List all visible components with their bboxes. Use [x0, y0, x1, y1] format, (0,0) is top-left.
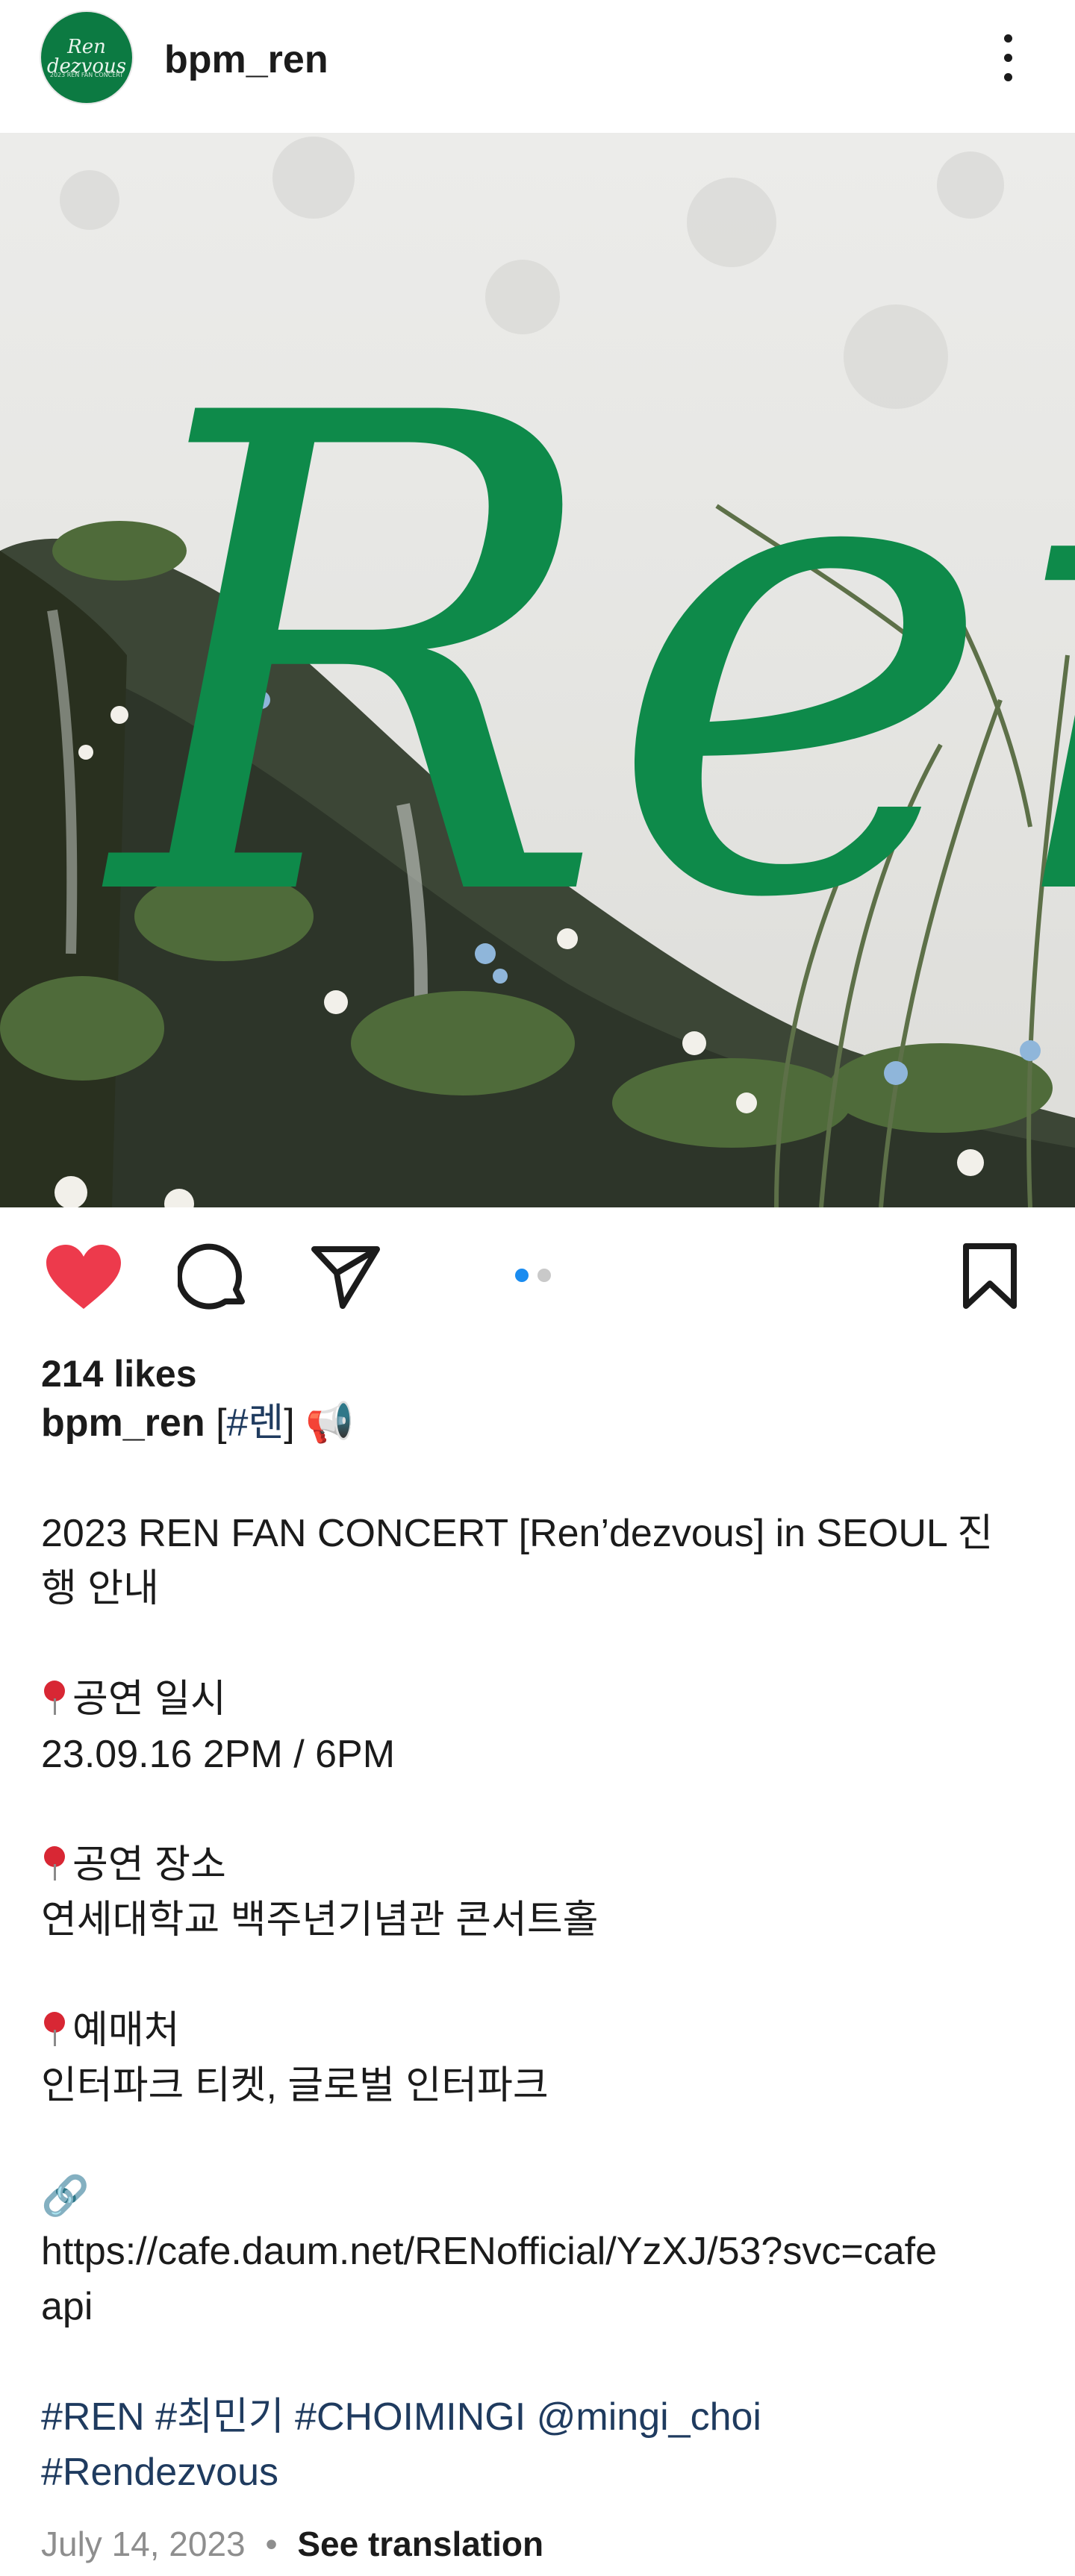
- date-heading-text: 공연 일시: [72, 1678, 226, 1721]
- venue-heading: 공연 장소: [41, 1837, 1041, 1892]
- username[interactable]: bpm_ren: [164, 37, 328, 82]
- ticket-heading-text: 예매처: [72, 2009, 180, 2052]
- pin-icon: [41, 2007, 68, 2048]
- url-line[interactable]: https://cafe.daum.net/RENofficial/YzXJ/5…: [41, 2224, 1041, 2279]
- caption-title-line: 2023 REN FAN CONCERT [Ren’dezvous] in SE…: [41, 1512, 994, 1555]
- ticket-value: 인터파크 티켓, 글로벌 인터파크: [41, 2064, 549, 2107]
- poster-wordmark: Ren: [102, 277, 1075, 1042]
- caption-author[interactable]: bpm_ren: [41, 1401, 205, 1445]
- avatar[interactable]: Ren dezvous 2023 REN FAN CONCERT: [41, 12, 132, 103]
- like-heart-icon[interactable]: [45, 1243, 122, 1312]
- carousel-dot-active: [515, 1269, 529, 1282]
- save-bookmark-icon[interactable]: [962, 1242, 1018, 1310]
- hashtag-ren[interactable]: #렌: [227, 1401, 284, 1445]
- ticket-heading: 예매처: [41, 2003, 1041, 2058]
- separator-dot: •: [265, 2525, 278, 2563]
- bracket-open: [: [216, 1401, 227, 1445]
- caption-title-line: 행 안내: [41, 1567, 159, 1610]
- more-options-icon[interactable]: [993, 28, 1023, 88]
- post-date: July 14, 2023: [41, 2525, 246, 2563]
- post-header: Ren dezvous 2023 REN FAN CONCERT bpm_ren: [0, 0, 1075, 133]
- pin-icon: [41, 1676, 68, 1716]
- comment-icon[interactable]: [178, 1242, 249, 1313]
- megaphone-icon: 📢: [305, 1401, 354, 1445]
- venue-value: 연세대학교 백주년기념관 콘서트홀: [41, 1898, 599, 1942]
- avatar-logo-text: Ren dezvous: [46, 36, 127, 78]
- hashtags-line[interactable]: #REN #최민기 #CHOIMINGI @mingi_choi: [41, 2389, 1041, 2445]
- hashtags-line[interactable]: #Rendezvous: [41, 2445, 1041, 2500]
- post-image[interactable]: Ren: [0, 133, 1075, 1207]
- url-line[interactable]: api: [41, 2279, 1041, 2334]
- concert-poster-artwork: Ren: [0, 137, 1075, 1207]
- post-footer: July 14, 2023 • See translation: [41, 2524, 543, 2564]
- date-value: 23.09.16 2PM / 6PM: [41, 1733, 396, 1776]
- date-heading: 공연 일시: [41, 1672, 1041, 1727]
- pin-icon: [41, 1842, 68, 1882]
- share-send-icon[interactable]: [310, 1243, 381, 1310]
- avatar-subtext: 2023 REN FAN CONCERT: [49, 72, 124, 78]
- link-icon: 🔗: [41, 2175, 90, 2218]
- bracket-close: ]: [284, 1401, 295, 1445]
- carousel-dot: [538, 1269, 551, 1282]
- likes-count[interactable]: 214 likes: [41, 1352, 197, 1395]
- venue-heading-text: 공연 장소: [72, 1843, 226, 1886]
- caption-first-line: bpm_ren [#렌] 📢: [41, 1395, 1041, 1451]
- caption: bpm_ren [#렌] 📢 2023 REN FAN CONCERT [Ren…: [41, 1395, 1041, 2500]
- see-translation-link[interactable]: See translation: [297, 2525, 543, 2563]
